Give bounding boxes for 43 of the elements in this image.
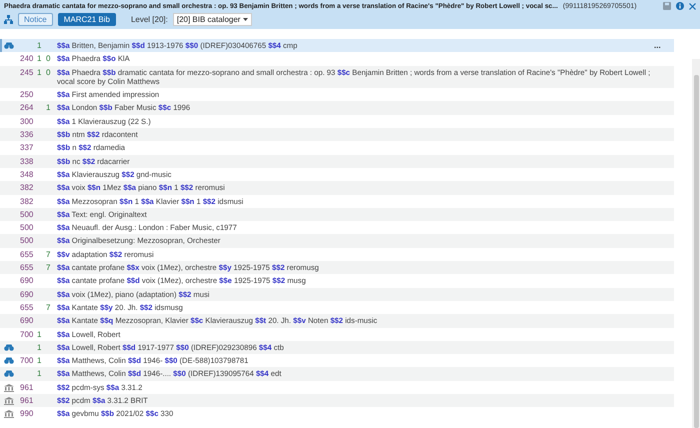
view-tab[interactable]: MARC21 Bib	[58, 13, 116, 26]
level-label: Level [20]:	[130, 15, 168, 24]
field-tag: 961	[17, 396, 37, 406]
indicator: 1	[46, 103, 52, 113]
field-tag: 250	[17, 90, 37, 100]
field-tag: 690	[17, 316, 37, 326]
field-tag: 500	[17, 236, 37, 246]
field-tag: 264	[17, 103, 37, 113]
indicator: 1	[37, 41, 42, 50]
indicator: 1	[37, 342, 42, 352]
indicator: 1	[37, 330, 42, 339]
indicator: 0	[46, 54, 52, 64]
indicator: 0	[46, 68, 52, 77]
indicator: 1	[37, 68, 42, 77]
field-tag: 240	[17, 54, 37, 64]
field-tag: 300	[17, 116, 37, 126]
level-select[interactable]: [20] BIB cataloger	[172, 13, 252, 26]
view-tab[interactable]: Notice	[18, 13, 53, 26]
indicator: 1	[37, 369, 42, 379]
indicator: 7	[46, 250, 52, 260]
field-tag: 700	[17, 330, 37, 339]
field-tag: 655	[17, 250, 37, 260]
indicator: 7	[46, 263, 52, 272]
field-tag: 336	[17, 130, 37, 140]
field-tag: 337	[17, 143, 37, 153]
field-tag: 338	[17, 156, 37, 166]
indicator: 1	[37, 356, 42, 366]
field-tag: 690	[17, 276, 37, 286]
field-tag: 382	[17, 183, 37, 193]
field-tag: 245	[17, 68, 37, 77]
field-tag: 655	[17, 263, 37, 272]
field-tag: 655	[17, 302, 37, 312]
field-tag: 961	[17, 382, 37, 392]
field-tag: 500	[17, 223, 37, 232]
field-tag: 990	[17, 409, 37, 419]
field-tag: 348	[17, 170, 37, 180]
indicator: 7	[46, 302, 52, 312]
field-tag: 500	[17, 210, 37, 220]
field-tag: 690	[17, 290, 37, 299]
field-tag: 382	[17, 196, 37, 206]
indicator: 1	[37, 54, 42, 64]
field-tag: 700	[17, 356, 37, 366]
more-menu[interactable]: ...	[654, 41, 674, 50]
